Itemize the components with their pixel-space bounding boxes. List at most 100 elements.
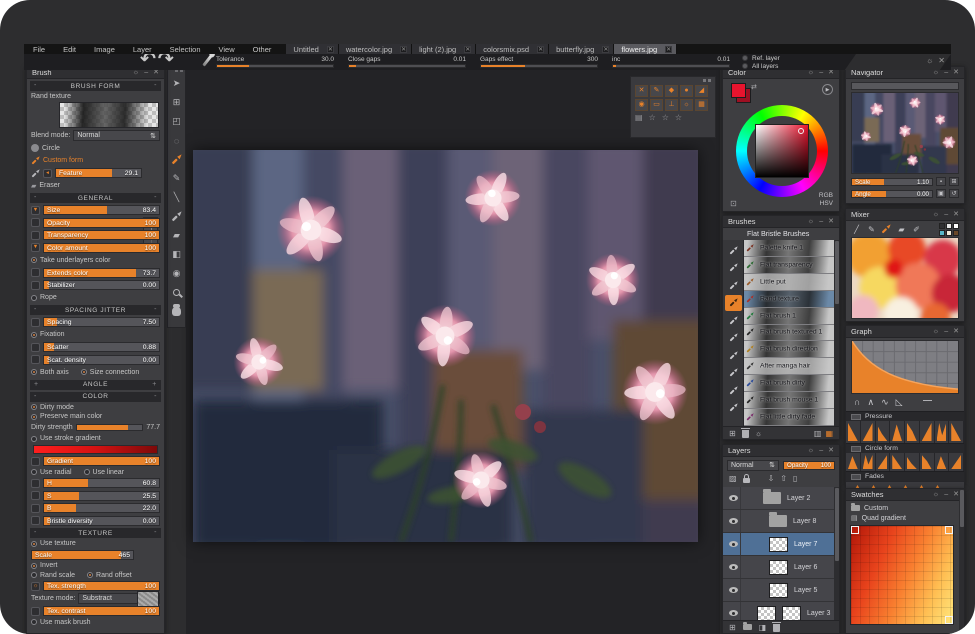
toggle-dot[interactable] — [742, 55, 748, 61]
minimize-icon[interactable]: – — [944, 327, 948, 337]
gradient-tool[interactable]: ◧ — [168, 245, 185, 264]
swatch-set-custom[interactable]: Custom — [848, 503, 962, 513]
scatter-density-slider[interactable]: Scat. density0.00 — [43, 355, 160, 365]
stabilizer-slider[interactable]: Stabilizer0.00 — [43, 280, 160, 290]
tab-butterfly[interactable]: butterfly.jpg✕ — [549, 44, 614, 54]
section-color[interactable]: -COLOR- — [30, 392, 161, 402]
transform-tool[interactable]: ⊞ — [168, 93, 185, 112]
fades-group-header[interactable]: Fades — [846, 471, 964, 481]
pressure-link-icon[interactable] — [31, 607, 40, 616]
hue-jitter-slider[interactable]: H60.8 — [43, 478, 160, 488]
brush-list-item[interactable]: After manga hair — [744, 358, 834, 375]
mixer-eraser-tool[interactable]: ▰ — [896, 225, 907, 234]
rand-offset-option[interactable]: Rand offset — [96, 572, 132, 579]
close-icon[interactable]: ✕ — [953, 210, 959, 220]
spacing-slider[interactable]: Spacing7.50 — [43, 317, 160, 327]
brush-category-name[interactable]: Flat Bristle Brushes — [723, 228, 839, 239]
tab-watercolor[interactable]: watercolor.jpg✕ — [339, 44, 412, 54]
primary-color-swatch[interactable] — [731, 83, 746, 98]
visibility-eye-icon[interactable] — [729, 610, 738, 616]
tolerance-slider[interactable]: Tolerance30.0 — [216, 56, 334, 68]
section-texture[interactable]: -TEXTURE- — [30, 528, 161, 538]
brush-set-icon[interactable]: ◆ — [665, 85, 678, 97]
size-connection-option[interactable]: Size connection — [90, 369, 139, 376]
curve-preset[interactable] — [949, 453, 964, 471]
curve-preset[interactable] — [890, 421, 905, 443]
curve-preset-wave-icon[interactable]: ∿ — [881, 397, 889, 408]
texture-contrast-slider[interactable]: Tex. contrast100 — [43, 606, 160, 616]
gradient-slider[interactable]: Gradient100 — [43, 456, 160, 466]
all-layers-toggle[interactable]: All layers — [742, 63, 780, 70]
delete-layer-icon[interactable] — [773, 624, 780, 632]
saturation-jitter-slider[interactable]: S25.5 — [43, 491, 160, 501]
flip-button[interactable]: ▣ — [936, 189, 946, 198]
gear-icon[interactable]: ☼ — [933, 490, 939, 500]
fit-screen-button[interactable]: ⊞ — [949, 177, 959, 186]
brightness-jitter-slider[interactable]: B22.0 — [43, 503, 160, 513]
clip-up-icon[interactable]: ⇧ — [780, 474, 787, 483]
curve-preset[interactable] — [846, 421, 861, 443]
hsv-mode-label[interactable]: HSV — [819, 200, 833, 208]
texture-gear-icon[interactable]: ☼ — [31, 582, 40, 591]
both-axis-option[interactable]: Both axis — [40, 369, 69, 376]
gear-icon[interactable]: ☼ — [933, 327, 939, 337]
lock-layer-icon[interactable] — [743, 478, 750, 483]
menu-layer[interactable]: Layer — [124, 45, 161, 54]
scrollbar[interactable] — [834, 240, 839, 426]
menu-image[interactable]: Image — [85, 45, 124, 54]
visibility-eye-icon[interactable] — [729, 495, 738, 501]
wheel-mode-icon[interactable]: ⊡ — [730, 199, 737, 208]
pressure-link-icon[interactable] — [31, 318, 40, 327]
mixer-pencil-tool[interactable]: ✎ — [866, 225, 877, 234]
play-icon[interactable]: ▶ — [822, 84, 833, 95]
minimize-icon[interactable]: – — [944, 210, 948, 220]
radio-icon[interactable] — [31, 404, 37, 410]
reset-rotation-button[interactable]: ↺ — [949, 189, 959, 198]
close-gaps-slider[interactable]: Close gaps0.01 — [348, 56, 466, 68]
brush-tip-custom-option[interactable]: Custom form — [31, 155, 160, 166]
inc-slider[interactable]: inc0.01 — [612, 56, 730, 68]
delete-brush-icon[interactable] — [742, 430, 749, 438]
favorite-star-icon[interactable]: ☆ — [662, 113, 669, 122]
radio-icon[interactable] — [31, 436, 37, 442]
brush-list-item[interactable]: Flat brush textured 1 — [744, 325, 834, 342]
mixer-canvas[interactable] — [851, 237, 959, 319]
brush-list-item[interactable]: Palette knife 1 — [744, 240, 834, 257]
halftone-set-icon[interactable]: ▦ — [695, 99, 708, 111]
close-icon[interactable]: ✕ — [953, 68, 959, 78]
zoom-100-button[interactable]: ▪ — [936, 177, 946, 186]
visibility-eye-icon[interactable] — [729, 587, 738, 593]
clip-down-icon[interactable]: ⇩ — [768, 474, 775, 483]
tab-colorsmix[interactable]: colorsmix.psd✕ — [476, 44, 549, 54]
image-set-icon[interactable]: ▭ — [650, 99, 663, 111]
section-spacing-jitter[interactable]: -SPACING JITTER- — [30, 305, 161, 315]
sphere-set-icon[interactable]: ☼ — [680, 99, 693, 111]
minimize-icon[interactable]: – — [944, 490, 948, 500]
rand-scale-option[interactable]: Rand scale — [40, 572, 75, 579]
brush-list-item[interactable]: Flat transparency — [744, 257, 834, 274]
list-view-icon[interactable]: ▦ — [825, 429, 833, 438]
gradient-corner-marker[interactable] — [945, 526, 953, 534]
paint-brush-tool[interactable] — [168, 150, 185, 169]
brush-type-icon[interactable] — [725, 400, 742, 417]
gear-icon[interactable]: ☼ — [808, 446, 814, 456]
brush-type-icon[interactable] — [725, 242, 742, 259]
radio-icon[interactable] — [31, 369, 37, 375]
curve-preset-bell-icon[interactable]: ∩ — [854, 397, 860, 407]
radio-icon[interactable] — [31, 295, 37, 301]
minimize-icon[interactable]: – — [819, 217, 823, 227]
dirty-strength-slider[interactable] — [76, 424, 144, 431]
menu-view[interactable]: View — [210, 45, 244, 54]
curve-preset[interactable] — [920, 421, 935, 443]
layer-row[interactable]: Layer 6 — [723, 556, 839, 579]
brush-list-item[interactable]: Flat brush dirty — [744, 375, 834, 392]
grid-view-icon[interactable]: ▥ — [814, 429, 822, 438]
gear-icon[interactable]: ☼ — [755, 429, 762, 438]
use-stroke-gradient-option[interactable]: Use stroke gradient — [31, 435, 160, 443]
pressure-curve-plot[interactable] — [851, 340, 959, 394]
use-texture-option[interactable]: Use texture — [31, 540, 160, 548]
stylus-pressure-icon[interactable]: ◂ — [43, 169, 52, 178]
close-tab-icon[interactable]: ✕ — [602, 46, 609, 53]
curve-preset[interactable] — [846, 453, 861, 471]
radio-icon[interactable] — [31, 469, 37, 475]
